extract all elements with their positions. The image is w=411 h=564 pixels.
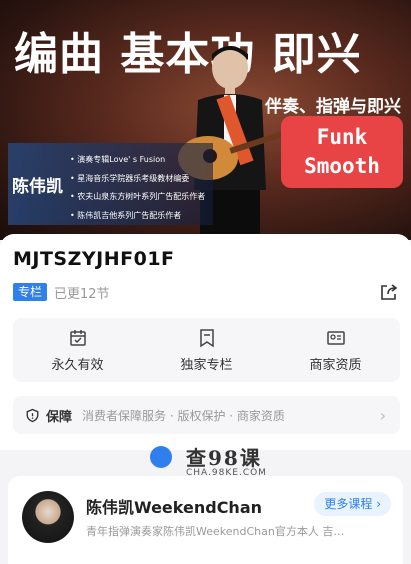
id-card-icon <box>326 331 345 345</box>
credit-item: 农夫山泉东方树叶系列广告配乐作者 <box>70 188 205 207</box>
feature-label: 独家专栏 <box>180 358 233 373</box>
teacher-name: 陈伟凯 <box>12 177 63 197</box>
chevron-right-icon: › <box>379 406 386 425</box>
feature-merchant[interactable]: 商家资质 <box>271 318 400 382</box>
feature-label: 商家资质 <box>309 358 362 373</box>
course-title: MJTSZYJHF01F <box>13 248 175 270</box>
share-icon[interactable] <box>379 282 399 302</box>
credit-item: 星海音乐学院器乐考级教材编委 <box>70 170 205 189</box>
feature-exclusive: 独家专栏 <box>142 318 271 382</box>
teacher-credits: 演奏专辑Love' s Fusion 星海音乐学院器乐考级教材编委 农夫山泉东方… <box>70 151 205 225</box>
shield-icon <box>26 408 39 422</box>
calendar-check-icon <box>69 330 86 346</box>
author-description: 青年指弹演奏家陈伟凯WeekendChan官方本人 吉… <box>86 525 345 538</box>
course-banner: 编曲 基本功 即兴 伴奏、指弹与即兴 Funk Smooth 陈伟凯 演奏专辑L… <box>0 0 411 240</box>
bookmark-icon <box>199 329 214 348</box>
banner-subtitle: 伴奏、指弹与即兴 <box>265 97 401 117</box>
funk-smooth-badge: Funk Smooth <box>281 116 403 188</box>
feature-label: 永久有效 <box>51 358 104 373</box>
watermark-text: 查98课 <box>186 446 262 470</box>
author-avatar[interactable] <box>22 491 74 543</box>
guarantee-row[interactable]: 保障 消费者保障服务 · 版权保护 · 商家资质 › <box>13 396 400 434</box>
smooth-label: Smooth <box>304 154 380 178</box>
update-count: 已更12节 <box>54 287 110 302</box>
guarantee-title: 保障 <box>46 409 73 425</box>
author-name: 陈伟凯WeekendChan <box>86 498 263 517</box>
watermark-logo-icon <box>150 446 172 468</box>
funk-label: Funk <box>316 125 368 149</box>
feature-permanent: 永久有效 <box>13 318 142 382</box>
course-features: 永久有效 独家专栏 商家资质 <box>13 318 400 382</box>
credit-item: 陈伟凯吉他系列广告配乐作者 <box>70 207 205 226</box>
guarantee-desc: 消费者保障服务 · 版权保护 · 商家资质 <box>82 408 285 423</box>
credit-item: 演奏专辑Love' s Fusion <box>70 151 205 170</box>
column-tag: 专栏 <box>13 283 48 301</box>
more-courses-button[interactable]: 更多课程 › <box>314 492 391 516</box>
